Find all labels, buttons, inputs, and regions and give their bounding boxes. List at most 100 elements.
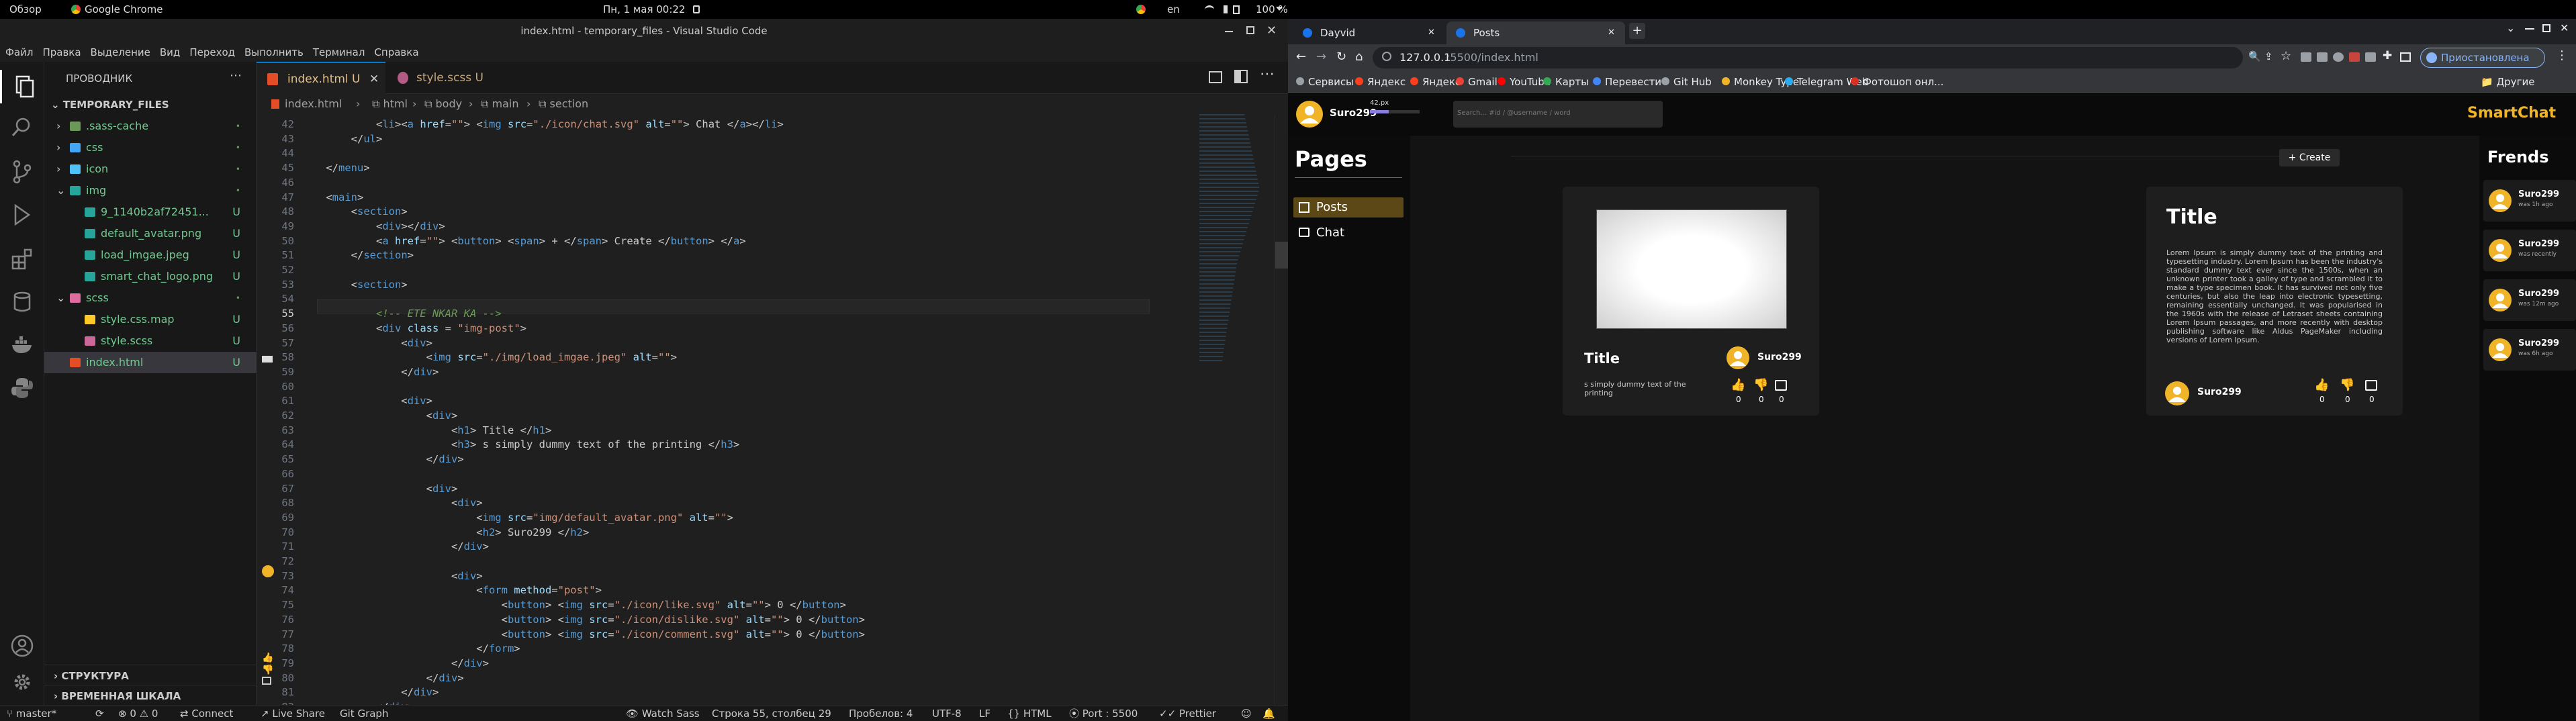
code-line[interactable]: </menu> [301,162,369,174]
code-line[interactable]: <div> [301,497,483,509]
keyboard-layout[interactable]: en [1167,0,1180,19]
chevron-right-icon[interactable]: › [56,158,60,180]
bookmark-item[interactable]: Яндекс [1410,71,1461,93]
code-line[interactable]: <!-- ETE NKAR KA --> [301,307,502,320]
bookmark-item[interactable]: Перевести [1593,71,1661,93]
tree-folder[interactable]: › css • [44,137,257,158]
extension-icon[interactable] [2317,52,2328,62]
like-icon[interactable]: 👍 [2314,378,2329,392]
maximize-icon[interactable] [1246,26,1254,34]
code-line[interactable]: <div> [301,410,458,422]
problems-indicator[interactable]: ⊗ 0 ⚠ 0 [118,706,158,721]
code-line[interactable]: <div> [301,337,432,349]
share-icon[interactable]: ⇪ [2264,50,2273,62]
code-line[interactable]: <img src="img/default_avatar.png" alt=""… [301,512,733,524]
code-line[interactable]: <h3> s simply dummy text of the printing… [301,438,739,450]
wifi-icon[interactable] [1205,5,1214,13]
code-line[interactable]: </div> [301,686,439,698]
breadcrumb-item[interactable]: index.html [285,94,342,114]
live-server-port[interactable]: ⦿ Port : 5500 [1069,706,1138,721]
brand-logo[interactable]: SmartChat [2467,105,2556,122]
tab-close-icon[interactable]: ✕ [1608,21,1615,44]
breadcrumb-item[interactable]: ⧉ main [481,94,519,114]
nav-posts[interactable]: Posts [1293,197,1404,218]
post-author[interactable]: Suro299 [2197,387,2242,397]
extension-icon[interactable] [2301,52,2311,62]
code-line[interactable]: <h1> Title </h1> [301,424,551,436]
language-mode[interactable]: {} HTML [1007,706,1052,721]
back-icon[interactable]: ← [1296,50,1306,64]
friend-item[interactable]: Suro299 was 6h ago [2483,329,2576,371]
branch-indicator[interactable]: ⑂ master* [7,706,56,721]
code-line[interactable]: <div> [301,483,458,495]
code-editor[interactable]: 42 <li><a href=""> <img src="./icon/chat… [257,114,1288,713]
tree-file[interactable]: load_imgae.jpeg U [44,244,257,266]
create-button[interactable]: + Create [2279,149,2340,166]
bookmark-item[interactable]: Фотошоп онл... [1851,71,1943,93]
extension-icon[interactable] [2333,52,2344,62]
minimap[interactable] [1199,114,1275,363]
avatar[interactable] [1727,346,1749,369]
code-line[interactable]: </div> [301,453,464,465]
system-menu-icon[interactable] [1276,7,1283,14]
maximize-icon[interactable] [2542,24,2550,32]
site-info-icon[interactable] [1382,52,1391,61]
menu-go[interactable]: Переход [189,46,235,58]
menu-edit[interactable]: Правка [42,46,81,58]
forward-icon[interactable]: → [1316,50,1326,64]
extensions-icon[interactable] [10,247,34,271]
notification-icon[interactable] [693,5,700,13]
code-line[interactable]: <div> [301,395,432,407]
friend-item[interactable]: Suro299 was 1h ago [2483,180,2576,222]
home-icon[interactable]: ⌂ [1355,50,1363,64]
side-panel-icon[interactable] [2400,52,2411,62]
bookmark-star-icon[interactable]: ☆ [2281,49,2291,63]
run-debug-icon[interactable] [10,203,34,227]
chevron-right-icon[interactable]: › [56,115,60,137]
indentation[interactable]: Пробелов: 4 [849,706,913,721]
more-actions-icon[interactable]: ⋯ [230,68,242,83]
zoom-icon[interactable]: 🔍 [2248,50,2261,62]
code-line[interactable]: <div class = "img-post"> [301,322,526,334]
friend-item[interactable]: Suro299 was recently [2483,230,2576,271]
reload-icon[interactable]: ↻ [1336,50,1346,64]
tree-folder[interactable]: ⌄ img • [44,180,257,201]
code-line[interactable]: </div> [301,657,489,669]
tree-file[interactable]: style.css.map U [44,309,257,330]
sync-icon[interactable]: ⟳ [95,706,104,721]
docker-icon[interactable] [10,333,34,357]
tree-file[interactable]: 9_1140b2af72451... U [44,201,257,223]
menu-run[interactable]: Выполнить [244,46,304,58]
notifications-bell-icon[interactable]: 🔔 [1262,706,1275,721]
nav-chat[interactable]: Chat [1293,223,1404,243]
extension-icon[interactable] [2365,52,2376,62]
bookmark-item[interactable]: Gmail [1456,71,1498,93]
database-icon[interactable] [10,290,34,314]
editor-more-icon[interactable]: ⋯ [1260,66,1275,83]
address-bar[interactable]: 127.0.0.1 :5500/index.html [1373,47,2243,68]
menu-selection[interactable]: Выделение [91,46,150,58]
tab-posts[interactable]: Posts ✕ [1446,21,1625,44]
remote-connect[interactable]: ⇄ Connect [180,706,233,721]
code-line[interactable]: <h2> Suro299 </h2> [301,526,589,538]
tree-folder[interactable]: › .sass-cache • [44,115,257,137]
code-line[interactable]: </div> [301,366,439,378]
tree-file[interactable]: style.scss U [44,330,257,352]
split-editor-icon[interactable] [1234,70,1248,83]
code-line[interactable]: </form> [301,642,520,655]
profile-button[interactable]: Приостановлена [2420,48,2545,68]
post-card[interactable]: Title s simply dummy text of the printin… [1563,187,1819,416]
source-control-icon[interactable] [10,160,34,184]
overview-button[interactable]: Обзор [9,0,42,19]
code-line[interactable]: <section> [301,279,408,291]
scrollbar[interactable] [1275,114,1288,705]
dislike-icon[interactable]: 👎 [2340,378,2354,392]
chrome-menu-icon[interactable]: ⋮ [2556,48,2568,62]
code-line[interactable]: </section> [301,249,414,261]
close-icon[interactable]: ✕ [1267,19,1277,43]
comment-icon[interactable] [2365,380,2377,391]
like-icon[interactable]: 👍 [1731,378,1745,392]
code-line[interactable]: <button> <img src="./icon/like.svg" alt=… [301,599,846,611]
code-line[interactable]: <main> [301,191,363,203]
breadcrumb-item[interactable]: ⧉ body [424,94,462,114]
